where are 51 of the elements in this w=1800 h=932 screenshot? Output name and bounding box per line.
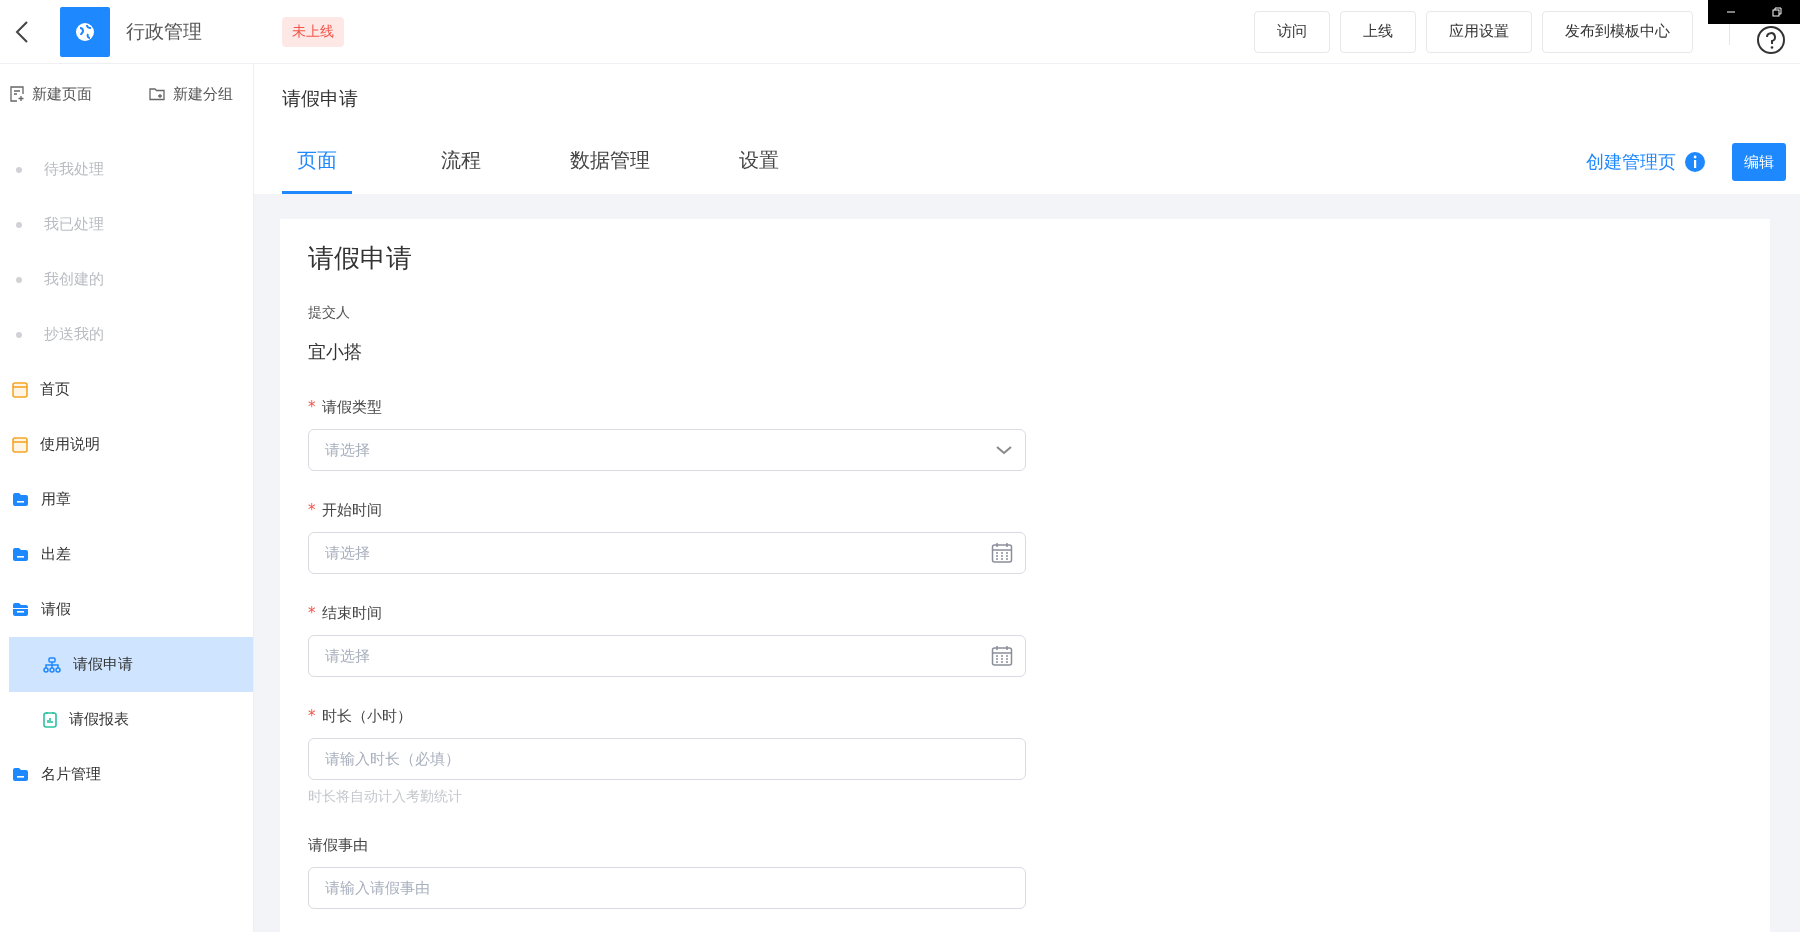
new-group-button[interactable]: 新建分组 (149, 82, 233, 106)
submitter-name: 宜小搭 (308, 340, 363, 364)
bullet-icon (16, 276, 22, 283)
info-icon[interactable] (1684, 151, 1706, 173)
sidebar-item[interactable]: 出差 (0, 527, 253, 582)
app-name: 行政管理 (126, 18, 202, 44)
page-icon (12, 381, 28, 398)
sidebar-item[interactable]: 请假申请 (9, 637, 253, 692)
new-page-button[interactable]: 新建页面 (10, 82, 92, 106)
sidebar-item[interactable]: 请假 (0, 582, 253, 637)
field-label: 请假事由 (308, 836, 368, 855)
sidebar-item[interactable]: 使用说明 (0, 417, 253, 472)
required-mark: * (308, 398, 316, 417)
app-logo (60, 6, 110, 57)
sidebar-item[interactable]: 请假报表 (9, 692, 253, 747)
bullet-icon (16, 221, 22, 228)
toolbar-button[interactable]: 上线 (1340, 10, 1416, 53)
report-icon (43, 711, 57, 728)
required-mark: * (308, 501, 316, 520)
calendar-icon (991, 645, 1013, 667)
tab[interactable]: 数据管理 (570, 130, 650, 194)
hierarchy-icon (43, 656, 61, 673)
field-label: 提交人 (308, 304, 351, 322)
restore-icon[interactable] (1772, 7, 1782, 17)
sidebar-item[interactable]: 名片管理 (0, 747, 253, 802)
tab[interactable]: 设置 (724, 130, 794, 194)
field-label: 请假类型 (321, 398, 382, 417)
page-icon (12, 436, 28, 453)
field-label: 结束时间 (321, 604, 382, 623)
status-badge: 未上线 (282, 16, 344, 47)
form-title: 请假申请 (308, 242, 413, 275)
field-label: 开始时间 (321, 501, 382, 520)
toolbar-button[interactable]: 访问 (1254, 10, 1330, 53)
required-mark: * (308, 707, 316, 726)
page-plus-icon (10, 86, 24, 102)
toolbar-button[interactable]: 应用设置 (1426, 10, 1532, 53)
tab[interactable]: 流程 (426, 130, 496, 194)
required-mark: * (308, 604, 316, 623)
chevron-down-icon (995, 445, 1013, 455)
sidebar-item[interactable]: 首页 (0, 362, 253, 417)
bullet-icon (16, 166, 22, 173)
bullet-icon (16, 331, 22, 338)
folder-plus-icon (149, 87, 165, 101)
calendar-icon (991, 542, 1013, 564)
sidebar-item[interactable]: 用章 (0, 472, 253, 527)
field-hint: 时长将自动计入考勤统计 (308, 788, 463, 806)
tab[interactable]: 页面 (282, 130, 352, 194)
toolbar-button[interactable]: 发布到模板中心 (1542, 10, 1693, 53)
field-label: 时长（小时） (321, 707, 412, 726)
help-icon[interactable] (1756, 25, 1786, 55)
page-title: 请假申请 (282, 86, 359, 111)
